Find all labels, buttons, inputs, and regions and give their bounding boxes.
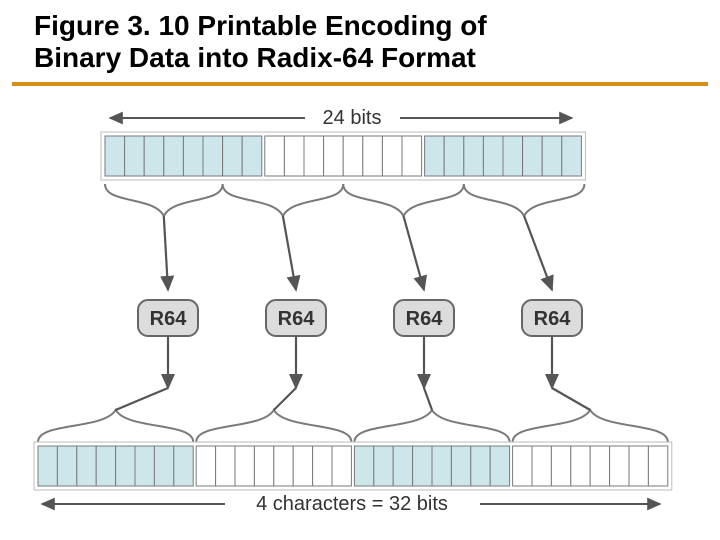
bit-cell xyxy=(293,446,312,486)
bit-cell xyxy=(629,446,648,486)
r64-node-label: R64 xyxy=(150,308,188,330)
r64-node-label: R64 xyxy=(406,308,444,330)
bit-cell xyxy=(551,446,570,486)
brace xyxy=(343,184,464,216)
bit-cell xyxy=(135,446,154,486)
bit-cell xyxy=(235,446,254,486)
bit-cell xyxy=(96,446,115,486)
bit-cell xyxy=(513,446,532,486)
bit-cell xyxy=(610,446,629,486)
bit-cell xyxy=(343,136,363,176)
bit-cell xyxy=(223,136,243,176)
bit-cell xyxy=(304,136,324,176)
figure-title: Figure 3. 10 Printable Encoding of Binar… xyxy=(12,0,708,86)
title-line-2: Binary Data into Radix-64 Format xyxy=(34,42,476,73)
bit-cell xyxy=(464,136,484,176)
bit-cell xyxy=(144,136,164,176)
bit-cell xyxy=(154,446,173,486)
bit-cell xyxy=(648,446,667,486)
bit-cell xyxy=(523,136,543,176)
bit-cell xyxy=(324,136,344,176)
diagram-svg: 24 bits R64 R64 R64 R64 4 characters = 32 b… xyxy=(0,86,720,526)
brace xyxy=(354,410,509,442)
bottom-label: 4 characters = 32 bits xyxy=(256,493,448,515)
r64-nodes: R64 R64 R64 R64 xyxy=(138,300,582,336)
brace xyxy=(38,410,193,442)
bit-cell xyxy=(432,446,451,486)
bit-cell xyxy=(503,136,523,176)
bottom-bit-row xyxy=(34,442,672,490)
top-label: 24 bits xyxy=(323,107,382,129)
r64-node-label: R64 xyxy=(534,308,572,330)
bit-cell xyxy=(38,446,57,486)
title-line-1: Figure 3. 10 Printable Encoding of xyxy=(34,10,487,41)
bit-cell xyxy=(203,136,223,176)
arrow-down xyxy=(164,216,168,290)
bottom-braces xyxy=(38,388,668,442)
brace xyxy=(196,410,351,442)
top-braces xyxy=(105,184,584,290)
bit-cell xyxy=(490,446,509,486)
bit-cell xyxy=(274,446,293,486)
bit-cell xyxy=(216,446,235,486)
bit-cell xyxy=(374,446,393,486)
bit-cell xyxy=(57,446,76,486)
bit-cell xyxy=(354,446,373,486)
r64-node-label: R64 xyxy=(278,308,316,330)
connector xyxy=(116,388,168,410)
bit-cell xyxy=(451,446,470,486)
bottom-dimension: 4 characters = 32 bits xyxy=(42,493,660,515)
bit-cell xyxy=(196,446,215,486)
bit-cell xyxy=(284,136,304,176)
bit-cell xyxy=(265,136,285,176)
bit-cell xyxy=(542,136,562,176)
brace xyxy=(513,410,668,442)
brace xyxy=(464,184,585,216)
bit-cell xyxy=(532,446,551,486)
bit-cell xyxy=(183,136,203,176)
bit-cell xyxy=(125,136,145,176)
connector xyxy=(424,388,432,410)
top-dimension: 24 bits xyxy=(110,107,572,129)
bit-cell xyxy=(332,446,351,486)
down-arrows xyxy=(168,336,552,388)
arrow-down xyxy=(404,216,425,290)
brace xyxy=(105,184,223,216)
brace xyxy=(223,184,344,216)
arrow-down xyxy=(283,216,296,290)
connector xyxy=(552,388,590,410)
bit-cell xyxy=(77,446,96,486)
bit-cell xyxy=(471,446,490,486)
bit-cell xyxy=(116,446,135,486)
bit-cell xyxy=(174,446,193,486)
bit-cell xyxy=(413,446,432,486)
bit-cell xyxy=(483,136,503,176)
bit-cell xyxy=(242,136,262,176)
bit-cell xyxy=(590,446,609,486)
bit-cell xyxy=(105,136,125,176)
connector xyxy=(274,388,296,410)
arrow-down xyxy=(524,216,552,290)
bit-cell xyxy=(164,136,184,176)
bit-cell xyxy=(444,136,464,176)
top-bit-row xyxy=(101,132,585,180)
bit-cell xyxy=(363,136,383,176)
bit-cell xyxy=(393,446,412,486)
bit-cell xyxy=(425,136,445,176)
bit-cell xyxy=(313,446,332,486)
bit-cell xyxy=(402,136,422,176)
bit-cell xyxy=(562,136,582,176)
bit-cell xyxy=(254,446,273,486)
bit-cell xyxy=(571,446,590,486)
bit-cell xyxy=(382,136,402,176)
